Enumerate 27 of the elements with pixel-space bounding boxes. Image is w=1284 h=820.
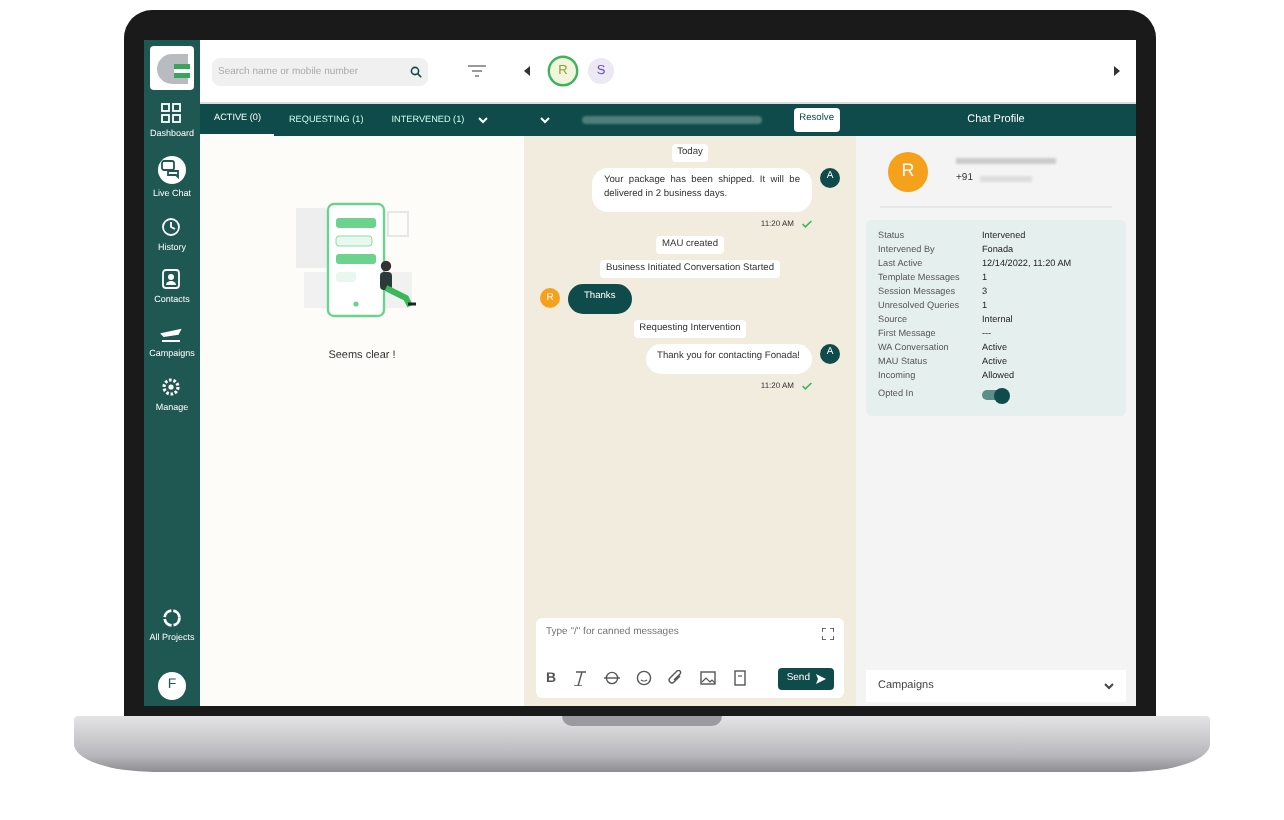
filter-icon[interactable] [468,64,486,78]
chevron-down-icon[interactable] [540,116,550,124]
search-icon [410,65,422,77]
italic-icon[interactable] [572,670,589,687]
grid-icon [160,102,183,124]
smiley-icon[interactable] [636,670,653,687]
logo-icon [150,46,194,90]
chevron-down-icon[interactable] [478,116,489,124]
scroll-left-icon[interactable] [524,66,530,76]
document-icon[interactable] [732,670,749,687]
check-icon [802,219,812,228]
contact-card-icon [160,268,183,291]
clock-icon [160,215,183,237]
expand-icon[interactable] [822,627,834,640]
strikethrough-icon[interactable] [604,670,621,687]
scroll-right-icon[interactable] [1114,66,1120,76]
circle-icon [161,607,182,628]
chevron-down-icon [1104,682,1114,690]
check-icon [802,381,812,390]
image-icon[interactable] [700,670,717,687]
gear-icon [160,375,183,398]
contact-avatar: R [888,152,928,192]
redacted-name [956,157,1056,164]
toggle-switch[interactable] [982,390,1008,400]
send-icon [816,673,826,684]
chat-icon [160,158,183,181]
paperclip-icon[interactable] [668,670,685,687]
